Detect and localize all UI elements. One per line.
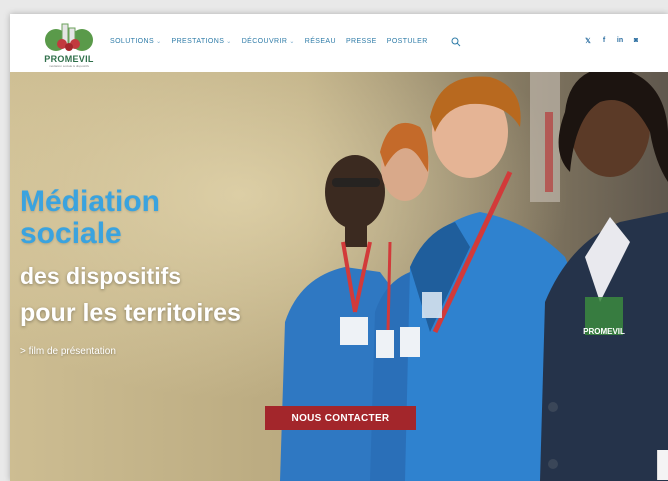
chevron-down-icon: ⌄ bbox=[226, 39, 232, 45]
hero-subtitle-line2: pour les territoires bbox=[20, 299, 241, 327]
hero-title-line2: sociale bbox=[20, 217, 122, 250]
twitter-icon[interactable]: 𝕏 bbox=[584, 37, 592, 45]
hero-title-line1: Médiation bbox=[20, 185, 160, 218]
contact-button[interactable]: NOUS CONTACTER bbox=[265, 406, 416, 430]
nav-label: POSTULER bbox=[386, 38, 428, 45]
nav-item-postuler[interactable]: POSTULER bbox=[387, 38, 428, 45]
instagram-icon[interactable]: ◙ bbox=[632, 37, 640, 45]
jacket-logo-text: PROMEVIL bbox=[583, 327, 625, 336]
logo-emblem-icon bbox=[45, 23, 93, 51]
nav-label: PRESSE bbox=[345, 38, 377, 45]
social-links: 𝕏 f in ◙ bbox=[584, 37, 640, 45]
facebook-icon[interactable]: f bbox=[600, 37, 608, 45]
nav-label: RÉSEAU bbox=[304, 38, 336, 45]
nav-item-prestations[interactable]: PRESTATIONS ⌄ bbox=[172, 38, 232, 45]
nav-item-decouvrir[interactable]: DÉCOUVRIR ⌄ bbox=[242, 38, 295, 45]
site-header: PROMEVIL médiation sociale & dispositifs… bbox=[10, 14, 668, 73]
recaptcha-badge[interactable] bbox=[657, 450, 668, 480]
logo-text: PROMEVIL bbox=[44, 54, 94, 64]
hero-banner: PROMEVIL Médiation sociale des dispositi… bbox=[10, 72, 668, 481]
nav-label: DÉCOUVRIR bbox=[241, 38, 288, 45]
nav-item-presse[interactable]: PRESSE bbox=[346, 38, 377, 45]
nav-item-solutions[interactable]: SOLUTIONS ⌄ bbox=[110, 38, 162, 45]
chevron-down-icon: ⌄ bbox=[289, 39, 295, 45]
nav-label: PRESTATIONS bbox=[171, 38, 225, 45]
main-menu: SOLUTIONS ⌄ PRESTATIONS ⌄ DÉCOUVRIR ⌄ RÉSEA… bbox=[110, 38, 428, 45]
linkedin-icon[interactable]: in bbox=[616, 37, 624, 45]
logo-tagline: médiation sociale & dispositifs bbox=[48, 64, 90, 68]
search-icon[interactable] bbox=[451, 37, 461, 47]
browser-viewport: PROMEVIL médiation sociale & dispositifs… bbox=[10, 14, 668, 481]
hero-title: Médiation sociale bbox=[20, 186, 160, 250]
film-presentation-link[interactable]: > film de présentation bbox=[20, 346, 116, 357]
hero-subtitle-line1: des dispositifs bbox=[20, 263, 182, 289]
nav-item-reseau[interactable]: RÉSEAU bbox=[305, 38, 336, 45]
promevil-logo[interactable]: PROMEVIL médiation sociale & dispositifs bbox=[38, 20, 100, 68]
nav-label: SOLUTIONS bbox=[110, 38, 155, 45]
chevron-down-icon: ⌄ bbox=[156, 39, 162, 45]
